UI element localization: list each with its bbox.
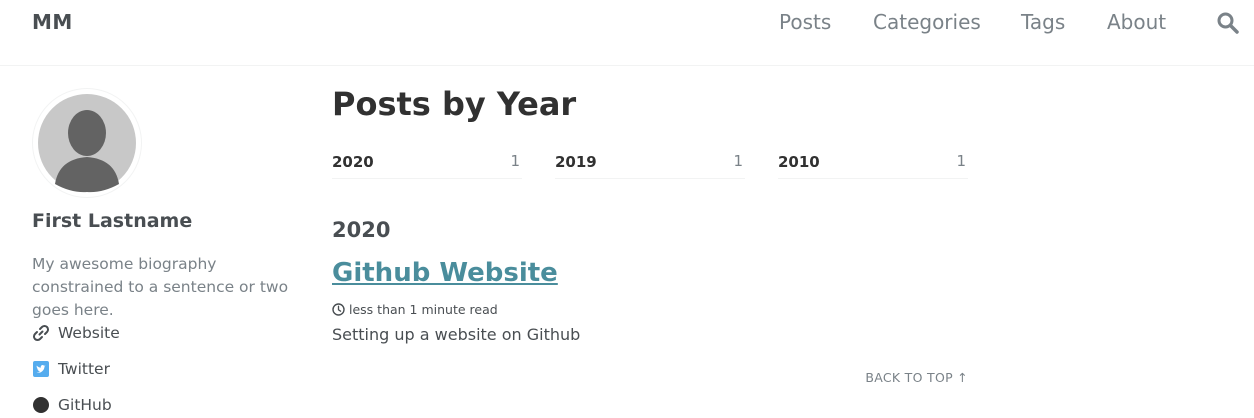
- post-title-link[interactable]: Github Website: [332, 258, 558, 288]
- search-button[interactable]: [1216, 11, 1242, 37]
- github-icon: [32, 396, 50, 414]
- author-name: First Lastname: [32, 210, 193, 232]
- author-link-label: Twitter: [58, 360, 110, 378]
- year-link-2019[interactable]: 2019 1: [555, 148, 745, 179]
- author-link-label: GitHub: [58, 396, 112, 414]
- author-bio: My awesome biography constrained to a se…: [32, 255, 289, 319]
- year-link-2020[interactable]: 2020 1: [332, 148, 522, 179]
- search-icon: [1217, 12, 1239, 34]
- author-link-website[interactable]: Website: [32, 324, 120, 342]
- author-link-twitter[interactable]: Twitter: [32, 360, 110, 378]
- read-time-text: less than 1 minute read: [349, 302, 498, 317]
- back-to-top-link[interactable]: BACK TO TOP ↑: [865, 370, 968, 385]
- twitter-icon: [32, 360, 50, 378]
- author-link-label: Website: [58, 324, 120, 342]
- nav-categories[interactable]: Categories: [873, 10, 981, 34]
- year-link-2010[interactable]: 2010 1: [778, 148, 968, 179]
- site-title[interactable]: MM: [32, 10, 73, 34]
- post-excerpt: Setting up a website on Github: [332, 325, 581, 344]
- year-label: 2019: [555, 153, 597, 171]
- clock-icon: [332, 303, 345, 316]
- year-label: 2010: [778, 153, 820, 171]
- nav-posts[interactable]: Posts: [779, 10, 831, 34]
- year-count: 1: [733, 152, 743, 170]
- year-count: 1: [510, 152, 520, 170]
- masthead: MM Posts Categories Tags About: [0, 0, 1254, 66]
- archive-year-heading: 2020: [332, 218, 391, 242]
- nav-tags[interactable]: Tags: [1021, 10, 1065, 34]
- read-time: less than 1 minute read: [332, 302, 498, 317]
- year-label: 2020: [332, 153, 374, 171]
- nav-about[interactable]: About: [1107, 10, 1166, 34]
- avatar-placeholder-icon: [38, 94, 136, 193]
- link-icon: [32, 324, 50, 342]
- page-title: Posts by Year: [332, 85, 577, 123]
- avatar: [32, 88, 142, 198]
- author-link-github[interactable]: GitHub: [32, 396, 112, 414]
- year-count: 1: [956, 152, 966, 170]
